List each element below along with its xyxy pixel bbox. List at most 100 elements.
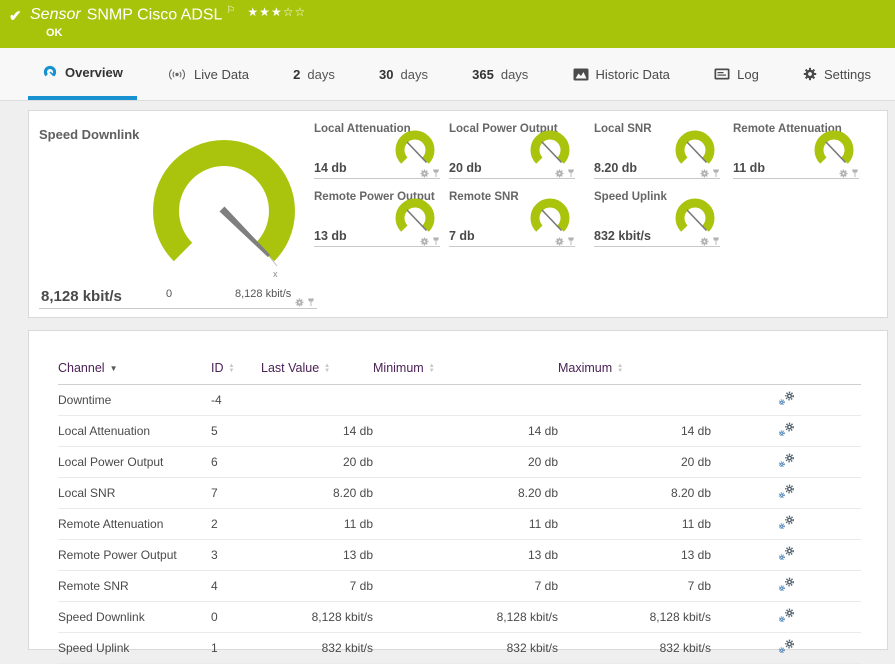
tab-30-days[interactable]: 30 days: [365, 48, 442, 100]
channel-maximum: [558, 384, 711, 416]
channel-name[interactable]: Downtime: [58, 384, 211, 416]
channel-name[interactable]: Speed Downlink: [58, 601, 211, 633]
channel-last-value: 20 db: [261, 446, 373, 478]
table-row-local-power-output: Local Power Output 6 20 db 20 db 20 db: [58, 446, 861, 478]
column-label: ID: [211, 361, 224, 375]
tab-unit: days: [400, 66, 428, 82]
channel-last-value: 7 db: [261, 570, 373, 602]
channel-settings-icon[interactable]: [778, 608, 794, 623]
table-row-remote-attenuation: Remote Attenuation 2 11 db 11 db 11 db: [58, 508, 861, 540]
channel-settings-icon[interactable]: [778, 546, 794, 561]
pin-icon[interactable]: [432, 169, 440, 178]
gauge-icon: [43, 65, 57, 76]
channel-settings-icon[interactable]: [778, 515, 794, 530]
gauge-value: 7 db: [449, 229, 475, 243]
channel-name[interactable]: Remote SNR: [58, 570, 211, 602]
sort-icon: ▲ ▼: [428, 362, 435, 374]
gauge-tile-speed-uplink: Speed Uplink 832 kbit/s: [594, 189, 720, 247]
tab-2-days[interactable]: 2 days: [279, 48, 349, 100]
channel-gear-icon[interactable]: [555, 169, 564, 178]
channel-name[interactable]: Remote Attenuation: [58, 508, 211, 540]
channel-gear-icon[interactable]: [700, 237, 709, 246]
column-label: Channel: [58, 361, 105, 375]
pin-icon[interactable]: [307, 298, 315, 307]
gauge-scale-min: 0: [166, 288, 173, 300]
channel-gear-icon[interactable]: [420, 237, 429, 246]
pin-icon[interactable]: [851, 169, 859, 178]
tab-365-days[interactable]: 365 days: [458, 48, 542, 100]
tab-label: Historic Data: [595, 66, 670, 82]
channel-name[interactable]: Local Power Output: [58, 446, 211, 478]
status-badge: OK: [46, 27, 63, 39]
sort-icon: ▲ ▼: [617, 362, 624, 374]
pin-icon[interactable]: [432, 237, 440, 246]
gauge-tile-local-snr: Local SNR 8.20 db: [594, 121, 720, 179]
priority-stars[interactable]: ★★★☆☆: [247, 5, 306, 19]
column-header-last-value[interactable]: Last Value ▲ ▼: [261, 361, 373, 385]
channel-name[interactable]: Local Attenuation: [58, 415, 211, 447]
pin-icon[interactable]: [567, 169, 575, 178]
channel-maximum: 7 db: [558, 570, 711, 602]
column-header-maximum[interactable]: Maximum ▲ ▼: [558, 361, 711, 385]
table-row-remote-power-output: Remote Power Output 3 13 db 13 db 13 db: [58, 539, 861, 571]
gauge-value: 13 db: [314, 229, 347, 243]
channel-settings-icon[interactable]: [778, 453, 794, 468]
gauge-value: 8,128 kbit/s: [41, 288, 122, 305]
channel-settings-icon[interactable]: [778, 422, 794, 437]
channel-settings-icon[interactable]: [778, 639, 794, 654]
gauge-scale-max: 8,128 kbit/s: [235, 288, 292, 300]
historic-chart-icon: [573, 68, 588, 80]
channel-last-value: 8.20 db: [261, 477, 373, 509]
channel-minimum: 13 db: [373, 539, 558, 571]
pin-icon[interactable]: [712, 237, 720, 246]
table-row-remote-snr: Remote SNR 4 7 db 7 db 7 db: [58, 570, 861, 602]
tab-number: 2: [293, 66, 301, 82]
channel-maximum: 8,128 kbit/s: [558, 601, 711, 633]
channel-gear-icon[interactable]: [700, 169, 709, 178]
channel-name[interactable]: Speed Uplink: [58, 632, 211, 664]
log-icon: [714, 68, 730, 80]
tab-overview[interactable]: Overview: [28, 48, 137, 100]
tab-bar: Overview Live Data 2 days 30 days 365 da…: [0, 48, 895, 101]
channel-id: 2: [211, 508, 261, 540]
tab-historic-data[interactable]: Historic Data: [559, 48, 684, 100]
sort-desc-icon: ▼: [109, 364, 118, 373]
gauge-tile-local-power-output: Local Power Output 20 db: [449, 121, 575, 179]
channel-gear-icon[interactable]: [295, 298, 304, 307]
channel-gear-icon[interactable]: [839, 169, 848, 178]
table-row-local-snr: Local SNR 7 8.20 db 8.20 db 8.20 db: [58, 477, 861, 509]
column-header-minimum[interactable]: Minimum ▲ ▼: [373, 361, 558, 385]
channel-last-value: 11 db: [261, 508, 373, 540]
tab-number: 30: [379, 66, 394, 82]
channel-gear-icon[interactable]: [555, 237, 564, 246]
channel-id: 7: [211, 477, 261, 509]
column-header-channel[interactable]: Channel ▼: [58, 361, 211, 385]
flag-icon[interactable]: ⚐: [226, 5, 235, 16]
channel-id: 3: [211, 539, 261, 571]
channel-name[interactable]: Local SNR: [58, 477, 211, 509]
channel-id: 4: [211, 570, 261, 602]
channel-minimum: 7 db: [373, 570, 558, 602]
channel-settings-icon[interactable]: [778, 391, 794, 406]
column-header-id[interactable]: ID ▲ ▼: [211, 361, 261, 385]
gauge-tile-local-attenuation: Local Attenuation 14 db: [314, 121, 440, 179]
channel-settings-icon[interactable]: [778, 484, 794, 499]
tab-label: Log: [737, 66, 759, 82]
channel-settings-icon[interactable]: [778, 577, 794, 592]
pin-icon[interactable]: [712, 169, 720, 178]
ok-check-icon: ✔: [9, 8, 22, 25]
column-label: Last Value: [261, 361, 320, 375]
channel-name[interactable]: Remote Power Output: [58, 539, 211, 571]
tab-log[interactable]: Log: [700, 48, 773, 100]
tab-settings[interactable]: Settings: [789, 48, 885, 100]
channel-minimum: [373, 384, 558, 416]
gauge-tile-remote-power-output: Remote Power Output 13 db: [314, 189, 440, 247]
channel-minimum: 20 db: [373, 446, 558, 478]
tab-live-data[interactable]: Live Data: [153, 48, 263, 100]
channel-gear-icon[interactable]: [420, 169, 429, 178]
gauge-value: 20 db: [449, 161, 482, 175]
channels-table: Channel ▼ ID ▲ ▼ Last Value ▲ ▼ Minimum ▲ ▼ Max…: [58, 361, 861, 664]
table-row-downtime: Downtime -4: [58, 384, 861, 416]
pin-icon[interactable]: [567, 237, 575, 246]
gauge-value: 832 kbit/s: [594, 229, 651, 243]
